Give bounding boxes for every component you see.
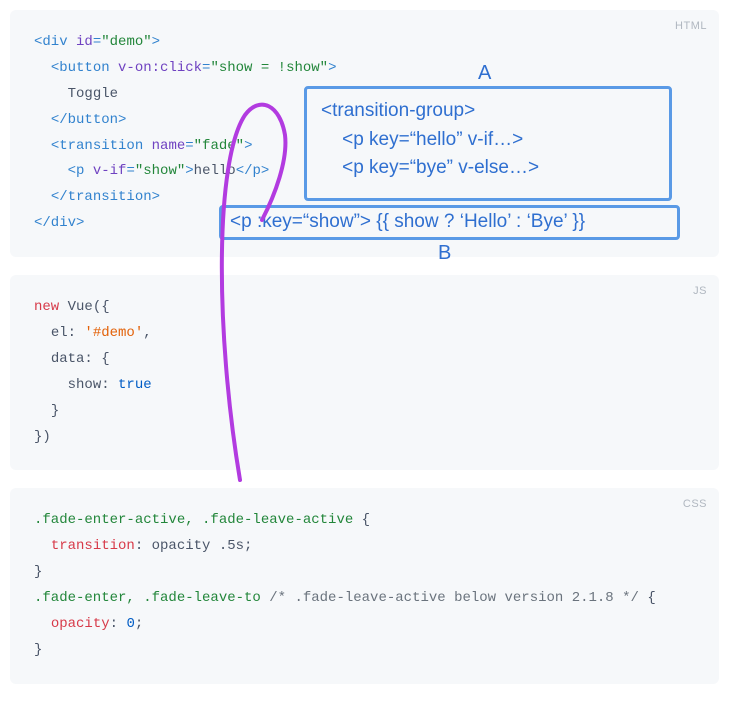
- code-line: Toggle: [34, 82, 695, 108]
- code-line: new Vue({: [34, 295, 695, 321]
- code-line: <div id="demo">: [34, 30, 695, 56]
- lang-label-html: HTML: [675, 16, 707, 36]
- lang-label-js: JS: [693, 281, 707, 301]
- code-line: opacity: 0;: [34, 612, 695, 638]
- code-line: data: {: [34, 347, 695, 373]
- lang-label-css: CSS: [683, 494, 707, 514]
- code-line: <transition name="fade">: [34, 134, 695, 160]
- code-line: }: [34, 638, 695, 664]
- code-line: }: [34, 399, 695, 425]
- code-line: show: true: [34, 373, 695, 399]
- annotation-label-a: A: [478, 62, 491, 85]
- page-container: HTML <div id="demo"> <button v-on:click=…: [0, 0, 729, 712]
- code-block-js: JS new Vue({ el: '#demo', data: { show: …: [10, 275, 719, 470]
- code-line: .fade-enter-active, .fade-leave-active {: [34, 508, 695, 534]
- code-block-css: CSS .fade-enter-active, .fade-leave-acti…: [10, 488, 719, 683]
- code-line: }): [34, 425, 695, 451]
- code-line: el: '#demo',: [34, 321, 695, 347]
- code-line: <button v-on:click="show = !show">: [34, 56, 695, 82]
- code-line: </div>: [34, 211, 695, 237]
- code-block-html: HTML <div id="demo"> <button v-on:click=…: [10, 10, 719, 257]
- annotation-label-b: B: [438, 242, 451, 265]
- code-line: </transition>: [34, 185, 695, 211]
- code-line: }: [34, 560, 695, 586]
- code-line: </button>: [34, 108, 695, 134]
- code-line: .fade-enter, .fade-leave-to /* .fade-lea…: [34, 586, 695, 612]
- code-line: transition: opacity .5s;: [34, 534, 695, 560]
- code-line: <p v-if="show">hello</p>: [34, 159, 695, 185]
